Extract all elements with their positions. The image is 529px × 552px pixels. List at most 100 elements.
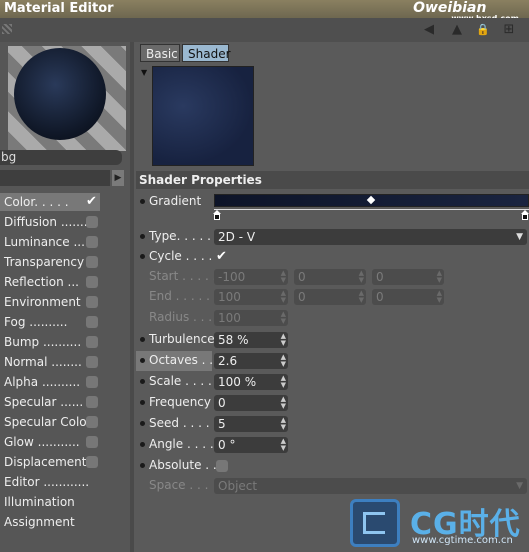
up-arrow-icon[interactable]: ▲ — [448, 22, 466, 38]
animate-dot-icon[interactable] — [140, 442, 145, 447]
channel-label: Specular Color — [4, 415, 92, 429]
start-v-field[interactable]: 0 ▲ ▼ — [294, 269, 366, 285]
checkmark-icon[interactable]: ✔ — [86, 195, 98, 208]
channel-label: Assignment — [4, 515, 75, 529]
animate-dot-icon[interactable] — [140, 358, 145, 363]
prop-label: End . . . . . — [149, 289, 210, 303]
channel-editor[interactable]: Editor ............ — [0, 473, 110, 491]
scale-field[interactable]: 100 % ▲ ▼ — [214, 374, 288, 390]
prop-label: Octaves . . — [149, 353, 214, 367]
channel-color[interactable]: Color. . . . . ✔ — [0, 193, 100, 211]
channel-checkbox[interactable] — [86, 336, 98, 348]
channel-checkbox[interactable] — [86, 376, 98, 388]
end-w-field[interactable]: 0 ▲ ▼ — [372, 289, 444, 305]
frequency-field[interactable]: 0 ▲ ▼ — [214, 395, 288, 411]
animate-dot-icon[interactable] — [140, 337, 145, 342]
channel-checkbox[interactable] — [86, 456, 98, 468]
turbulence-field[interactable]: 58 % ▲ ▼ — [214, 332, 288, 348]
prop-scale: Scale . . . . 100 % ▲ ▼ — [136, 372, 529, 392]
collapse-triangle-icon[interactable]: ▼ — [141, 68, 147, 77]
channel-checkbox[interactable] — [86, 396, 98, 408]
channel-illumination[interactable]: Illumination — [0, 493, 110, 511]
channel-luminance[interactable]: Luminance ... — [0, 233, 110, 251]
prop-end: End . . . . . 100 ▲ ▼ 0 ▲ ▼ 0 ▲ ▼ — [136, 287, 529, 307]
logo-icon — [350, 499, 400, 547]
tab-shader[interactable]: Shader — [182, 44, 231, 62]
prop-octaves: Octaves . . 2.6 ▲ ▼ — [136, 351, 529, 371]
prop-label: Gradient — [149, 194, 202, 208]
panel-divider[interactable] — [130, 42, 134, 552]
channel-checkbox[interactable] — [86, 236, 98, 248]
channel-displacement[interactable]: Displacement — [0, 453, 110, 471]
channel-assignment[interactable]: Assignment — [0, 513, 110, 531]
channel-reflection[interactable]: Reflection ... — [0, 273, 110, 291]
channel-label: Transparency — [4, 255, 85, 269]
end-v-field[interactable]: 0 ▲ ▼ — [294, 289, 366, 305]
channel-checkbox[interactable] — [86, 296, 98, 308]
channel-specular[interactable]: Specular ...... — [0, 393, 110, 411]
channel-label: Alpha .......... — [4, 375, 81, 389]
gradient-start-marker[interactable] — [213, 210, 221, 220]
animate-dot-icon[interactable] — [140, 254, 145, 259]
channel-specular-color[interactable]: Specular Color — [0, 413, 110, 431]
shader-preview — [152, 66, 254, 166]
radius-field[interactable]: 100 ▲ ▼ — [214, 310, 288, 326]
channel-checkbox[interactable] — [86, 256, 98, 268]
left-arrow-icon[interactable]: ◀ — [420, 22, 438, 38]
prop-start: Start . . . . . -100 ▲ ▼ 0 ▲ ▼ 0 ▲ ▼ — [136, 267, 529, 287]
space-dropdown[interactable]: Object ▼ — [214, 478, 527, 494]
channel-fog[interactable]: Fog .......... — [0, 313, 110, 331]
animate-dot-icon[interactable] — [140, 234, 145, 239]
window-title: Material Editor — [4, 1, 114, 16]
prop-turbulence: Turbulence 58 % ▲ ▼ — [136, 330, 529, 350]
site-logo: CG时代 www.cgtime.com.cn — [350, 495, 529, 552]
animate-dot-icon[interactable] — [140, 463, 145, 468]
name-scroll-field[interactable] — [0, 170, 110, 186]
channel-checkbox[interactable] — [86, 316, 98, 328]
channel-alpha[interactable]: Alpha .......... — [0, 373, 110, 391]
gradient-track — [214, 209, 529, 210]
start-w-field[interactable]: 0 ▲ ▼ — [372, 269, 444, 285]
channel-checkbox[interactable] — [86, 356, 98, 368]
new-window-icon[interactable]: ⊞ — [500, 22, 518, 38]
channel-bump[interactable]: Bump .......... — [0, 333, 110, 351]
grip-icon[interactable] — [2, 24, 12, 34]
material-name-field[interactable]: bg — [0, 150, 122, 165]
type-dropdown[interactable]: 2D - V ▼ — [214, 229, 527, 245]
channel-checkbox[interactable] — [86, 416, 98, 428]
scroll-right-icon[interactable]: ▶ — [112, 170, 124, 186]
toolbar: ◀ ▲ 🔒 ⊞ — [0, 18, 529, 42]
prop-angle: Angle . . . . 0 ° ▲ ▼ — [136, 435, 529, 455]
gradient-end-marker[interactable] — [521, 210, 529, 220]
start-u-field[interactable]: -100 ▲ ▼ — [214, 269, 288, 285]
channel-checkbox[interactable] — [86, 216, 98, 228]
prop-space: Space . . . Object ▼ — [136, 476, 529, 496]
channel-environment[interactable]: Environment — [0, 293, 110, 311]
channel-label: Color. . . . . — [4, 195, 69, 209]
end-u-field[interactable]: 100 ▲ ▼ — [214, 289, 288, 305]
cycle-checkbox[interactable]: ✔ — [216, 250, 228, 263]
channel-transparency[interactable]: Transparency — [0, 253, 110, 271]
channel-label: Glow ........... — [4, 435, 80, 449]
tab-basic[interactable]: Basic — [140, 44, 180, 62]
animate-dot-icon[interactable] — [140, 199, 145, 204]
lock-icon[interactable]: 🔒 — [474, 22, 492, 38]
channel-normal[interactable]: Normal ........ — [0, 353, 110, 371]
channel-label: Bump .......... — [4, 335, 82, 349]
octaves-field[interactable]: 2.6 ▲ ▼ — [214, 353, 288, 369]
prop-absolute: Absolute . . — [136, 456, 529, 476]
channel-glow[interactable]: Glow ........... — [0, 433, 110, 451]
prop-label: Angle . . . . — [149, 437, 214, 451]
material-preview[interactable] — [8, 46, 126, 151]
seed-field[interactable]: 5 ▲ ▼ — [214, 416, 288, 432]
animate-dot-icon[interactable] — [140, 400, 145, 405]
prop-label: Absolute . . — [149, 458, 217, 472]
animate-dot-icon[interactable] — [140, 379, 145, 384]
absolute-checkbox[interactable] — [216, 460, 228, 472]
channel-checkbox[interactable] — [86, 276, 98, 288]
angle-field[interactable]: 0 ° ▲ ▼ — [214, 437, 288, 453]
channel-diffusion[interactable]: Diffusion ......... — [0, 213, 110, 231]
animate-dot-icon[interactable] — [140, 421, 145, 426]
channel-checkbox[interactable] — [86, 436, 98, 448]
channel-label: Editor ............ — [4, 475, 90, 489]
